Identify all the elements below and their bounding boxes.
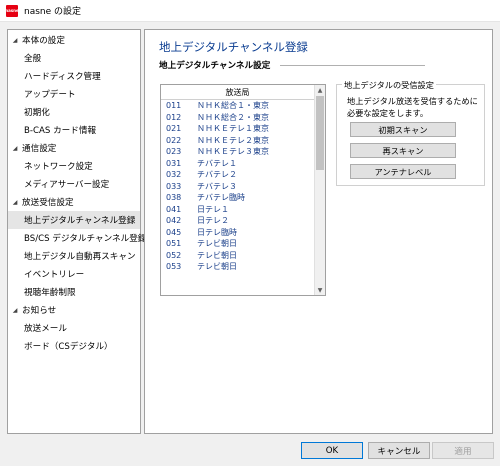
channel-number: 051 — [166, 239, 182, 249]
tree-group-broadcast[interactable]: ◢ 放送受信設定 — [8, 193, 140, 211]
channel-number: 031 — [166, 158, 182, 168]
tree-group-label: お知らせ — [22, 306, 57, 316]
collapse-icon[interactable]: ◢ — [11, 37, 19, 44]
tree-item-terrestrial-channels[interactable]: 地上デジタルチャンネル登録 — [8, 211, 140, 229]
window-title: nasne の設定 — [24, 7, 82, 17]
apply-button[interactable]: 適用 — [432, 442, 494, 459]
channel-number: 038 — [166, 193, 182, 203]
channel-number: 042 — [166, 216, 182, 226]
tree-group-label: 通信設定 — [22, 144, 57, 154]
list-scrollbar[interactable]: ▲ ▼ — [314, 85, 325, 295]
channel-name: チバテレ臨時 — [197, 193, 245, 203]
collapse-icon[interactable]: ◢ — [11, 199, 19, 206]
channel-name: チバテレ３ — [197, 181, 237, 191]
initial-scan-button[interactable]: 初期スキャン — [350, 122, 456, 137]
group-description: 地上デジタル放送を受信するために必要な設定をします。 — [347, 96, 478, 118]
channel-name: ＮＨＫＥテレ２東京 — [197, 135, 269, 145]
channel-number: 041 — [166, 204, 182, 214]
channel-number: 022 — [166, 135, 182, 145]
nasne-logo-icon: nasne — [5, 4, 19, 17]
channel-name: 日テレ臨時 — [197, 227, 237, 237]
section-title: 地上デジタルチャンネル設定 — [159, 61, 271, 71]
tree-item-hdd[interactable]: ハードディスク管理 — [8, 67, 140, 85]
tree-item-age-limit[interactable]: 視聴年齢制限 — [8, 283, 140, 301]
list-item[interactable]: 023 ＮＨＫＥテレ３東京 — [161, 146, 314, 158]
tree-item-event-relay[interactable]: イベントリレー — [8, 265, 140, 283]
tree-item-auto-rescan[interactable]: 地上デジタル自動再スキャン — [8, 247, 140, 265]
tree-group-label: 放送受信設定 — [22, 198, 74, 208]
group-legend: 地上デジタルの受信設定 — [342, 79, 436, 91]
page-title: 地上デジタルチャンネル登録 — [159, 40, 308, 54]
list-item[interactable]: 038 チバテレ臨時 — [161, 192, 314, 204]
cancel-button[interactable]: キャンセル — [368, 442, 430, 459]
channel-name: ＮＨＫＥテレ１東京 — [197, 124, 269, 134]
channel-name: ＮＨＫＥテレ３東京 — [197, 147, 269, 157]
list-item[interactable]: 045 日テレ臨時 — [161, 227, 314, 239]
list-item[interactable]: 041 日テレ１ — [161, 204, 314, 216]
tree-group-network[interactable]: ◢ 通信設定 — [8, 139, 140, 157]
list-item[interactable]: 053 テレビ朝日 — [161, 261, 314, 273]
tree-item-network[interactable]: ネットワーク設定 — [8, 157, 140, 175]
list-item[interactable]: 021 ＮＨＫＥテレ１東京 — [161, 123, 314, 135]
list-item[interactable]: 042 日テレ２ — [161, 215, 314, 227]
collapse-icon[interactable]: ◢ — [11, 145, 19, 152]
tree-group-notices[interactable]: ◢ お知らせ — [8, 301, 140, 319]
collapse-icon[interactable]: ◢ — [11, 307, 19, 314]
channel-name: チバテレ１ — [197, 158, 237, 168]
channel-number: 012 — [166, 112, 182, 122]
tree-group-label: 本体の設定 — [22, 36, 65, 46]
tree-item-initialize[interactable]: 初期化 — [8, 103, 140, 121]
reception-settings-group: 地上デジタルの受信設定 地上デジタル放送を受信するために必要な設定をします。 初… — [336, 79, 485, 186]
section-divider — [280, 65, 425, 66]
scroll-down-icon[interactable]: ▼ — [315, 285, 325, 295]
scroll-up-icon[interactable]: ▲ — [315, 85, 325, 95]
tree-item-media-server[interactable]: メディアサーバー設定 — [8, 175, 140, 193]
channel-number: 053 — [166, 262, 182, 272]
channel-number: 023 — [166, 147, 182, 157]
channel-name: ＮＨＫ総合２・東京 — [197, 112, 269, 122]
tree-item-bcas[interactable]: B-CAS カード情報 — [8, 121, 140, 139]
channel-name: ＮＨＫ総合１・東京 — [197, 101, 269, 111]
logo-text: nasne — [5, 7, 19, 13]
list-item[interactable]: 011 ＮＨＫ総合１・東京 — [161, 100, 314, 112]
settings-panel: 地上デジタルチャンネル登録 地上デジタルチャンネル設定 放送局 011 ＮＨＫ総合… — [144, 29, 493, 434]
tree-item-general[interactable]: 全般 — [8, 49, 140, 67]
list-item[interactable]: 051 テレビ朝日 — [161, 238, 314, 250]
channel-number: 032 — [166, 170, 182, 180]
antenna-level-button[interactable]: アンテナレベル — [350, 164, 456, 179]
rescan-button[interactable]: 再スキャン — [350, 143, 456, 158]
scroll-thumb[interactable] — [316, 96, 324, 170]
ok-button[interactable]: OK — [301, 442, 363, 459]
tree-item-broadcast-mail[interactable]: 放送メール — [8, 319, 140, 337]
channel-number: 021 — [166, 124, 182, 134]
channel-list[interactable]: 放送局 011 ＮＨＫ総合１・東京 012 ＮＨＫ総合２・東京 021 ＮＨＫＥテレ１東京… — [160, 84, 326, 296]
channel-number: 045 — [166, 227, 182, 237]
list-item[interactable]: 032 チバテレ２ — [161, 169, 314, 181]
tree-item-bscs-channels[interactable]: BS/CS デジタルチャンネル登録 — [8, 229, 146, 247]
settings-tree[interactable]: ◢ 本体の設定 全般 ハードディスク管理 アップデート 初期化 B-CAS カー… — [7, 29, 146, 434]
channel-name: テレビ朝日 — [197, 262, 237, 272]
list-item[interactable]: 031 チバテレ１ — [161, 158, 314, 170]
title-bar: nasne nasne の設定 — [0, 0, 500, 22]
list-item[interactable]: 052 テレビ朝日 — [161, 250, 314, 262]
channel-name: 日テレ２ — [197, 216, 229, 226]
channel-number: 033 — [166, 181, 182, 191]
tree-item-board-cs[interactable]: ボード（CSデジタル） — [8, 337, 140, 355]
list-item[interactable]: 012 ＮＨＫ総合２・東京 — [161, 112, 314, 124]
channel-name: チバテレ２ — [197, 170, 237, 180]
list-item[interactable]: 022 ＮＨＫＥテレ２東京 — [161, 135, 314, 147]
channel-name: テレビ朝日 — [197, 250, 237, 260]
tree-item-update[interactable]: アップデート — [8, 85, 140, 103]
list-header-station[interactable]: 放送局 — [161, 85, 314, 100]
channel-rows: 011 ＮＨＫ総合１・東京 012 ＮＨＫ総合２・東京 021 ＮＨＫＥテレ１東京 022 Ｎ… — [161, 100, 314, 273]
channel-number: 011 — [166, 101, 182, 111]
channel-name: 日テレ１ — [197, 204, 229, 214]
tree-group-device[interactable]: ◢ 本体の設定 — [8, 31, 140, 49]
channel-name: テレビ朝日 — [197, 239, 237, 249]
list-item[interactable]: 033 チバテレ３ — [161, 181, 314, 193]
channel-number: 052 — [166, 250, 182, 260]
